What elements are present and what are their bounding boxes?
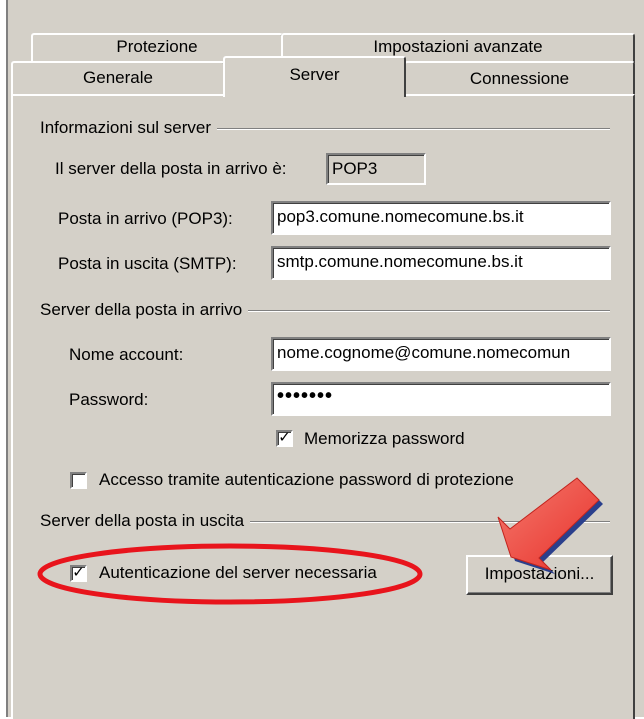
tab-label: Impostazioni avanzate [373,37,543,56]
remember-password-label: Memorizza password [304,429,465,448]
smtp-label: Posta in uscita (SMTP): [58,254,237,273]
settings-button[interactable]: Impostazioni... [466,555,613,595]
tab-label: Server [289,65,340,84]
incoming-type-value: POP3 [326,153,426,185]
password-label: Password: [69,390,149,409]
group-label-outgoing: Server della posta in uscita [40,511,251,531]
tab-generale[interactable]: Generale [11,61,225,94]
remember-password-checkbox[interactable]: ✓ [276,430,293,447]
tab-label: Generale [83,68,153,87]
account-label: Nome account: [69,345,184,364]
spa-label: Accesso tramite autenticazione password … [99,470,514,489]
smtp-server-input[interactable]: smtp.comune.nomecomune.bs.it [271,246,611,280]
tab-label: Connessione [469,69,570,88]
pop3-server-input[interactable]: pop3.comune.nomecomune.bs.it [271,201,611,235]
account-name-input[interactable]: nome.cognome@comune.nomecomun [271,337,611,371]
tab-label: Protezione [116,37,198,56]
incoming-type-label: Il server della posta in arrivo è: [55,159,287,178]
tab-server[interactable]: Server [223,56,406,97]
dialog-frame-left-shadow [6,0,8,717]
group-label-incoming: Server della posta in arrivo [40,300,249,320]
pop3-label: Posta in arrivo (POP3): [58,209,233,228]
group-label-server-info: Informazioni sul server [40,118,218,138]
spa-checkbox[interactable] [70,472,87,489]
password-input[interactable]: ••••••• [271,382,611,416]
server-auth-label: Autenticazione del server necessaria [99,563,377,582]
tab-connessione[interactable]: Connessione [404,61,635,94]
server-auth-checkbox[interactable]: ✓ [70,565,87,582]
